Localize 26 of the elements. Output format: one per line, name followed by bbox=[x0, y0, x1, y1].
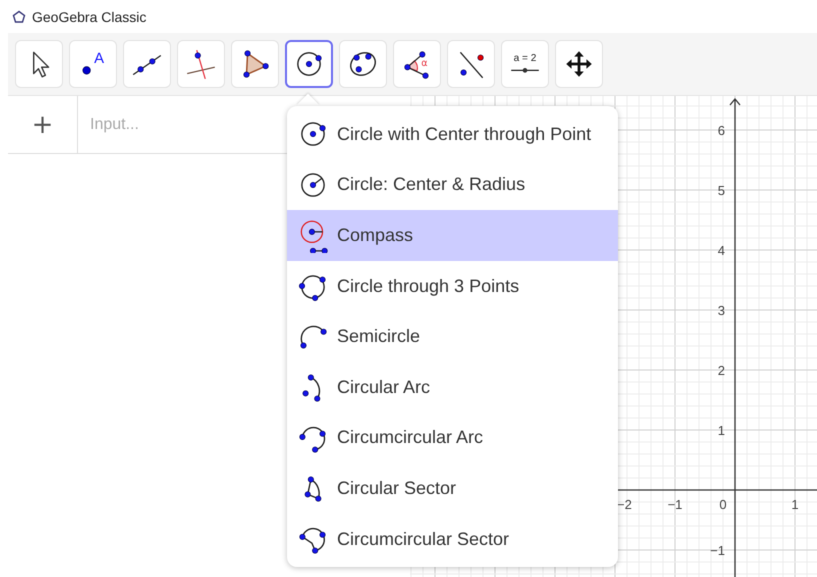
perpendicular-line-icon bbox=[184, 47, 218, 81]
axis-label: 1 bbox=[791, 497, 799, 512]
axis-label: −1 bbox=[710, 543, 725, 558]
axis-label: 1 bbox=[718, 423, 725, 438]
menu-item[interactable]: Circle: Center & Radius bbox=[287, 160, 618, 210]
menu-item[interactable]: Circular Sector bbox=[287, 463, 618, 514]
menu-item[interactable]: Circle through 3 Points bbox=[287, 260, 618, 312]
axis-label: 5 bbox=[718, 183, 725, 198]
menu-item[interactable]: Compass bbox=[287, 210, 618, 261]
menu-item[interactable]: Circular Arc bbox=[287, 362, 618, 413]
axis-label: 3 bbox=[718, 303, 725, 318]
menu-item[interactable]: Circumcircular Arc bbox=[287, 412, 618, 464]
tool-button[interactable]: A bbox=[69, 40, 117, 88]
axis-label: 6 bbox=[718, 123, 725, 138]
tool-button[interactable]: a = 2 bbox=[501, 40, 549, 88]
app-logo-icon bbox=[12, 10, 26, 24]
axis-label: 2 bbox=[718, 363, 725, 378]
tool-button[interactable] bbox=[285, 40, 333, 88]
menu-item[interactable]: Semicircle bbox=[287, 311, 618, 362]
axis-label: 4 bbox=[718, 243, 725, 258]
axis-label: 0 bbox=[719, 497, 727, 512]
window-title: GeoGebra Classic bbox=[32, 8, 146, 24]
menu-item[interactable]: Circumcircular Sector bbox=[287, 514, 618, 564]
axis-label: −2 bbox=[617, 497, 632, 512]
tool-button[interactable]: α bbox=[393, 40, 441, 88]
axis-label: −1 bbox=[668, 497, 682, 512]
